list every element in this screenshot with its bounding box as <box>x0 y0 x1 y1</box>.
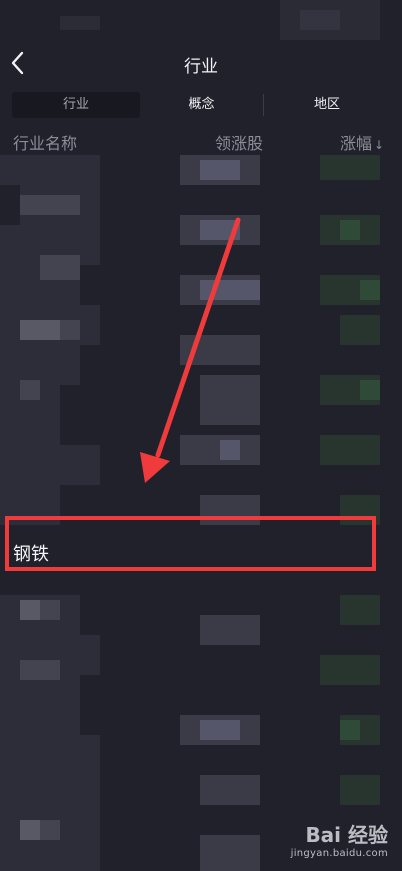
watermark-url: jingyan.baidu.com <box>290 848 388 859</box>
baidu-watermark: Bai 经验 jingyan.baidu.com <box>291 819 388 859</box>
watermark-logo: Bai 经验 <box>305 823 388 847</box>
annotation-arrow <box>140 217 241 483</box>
